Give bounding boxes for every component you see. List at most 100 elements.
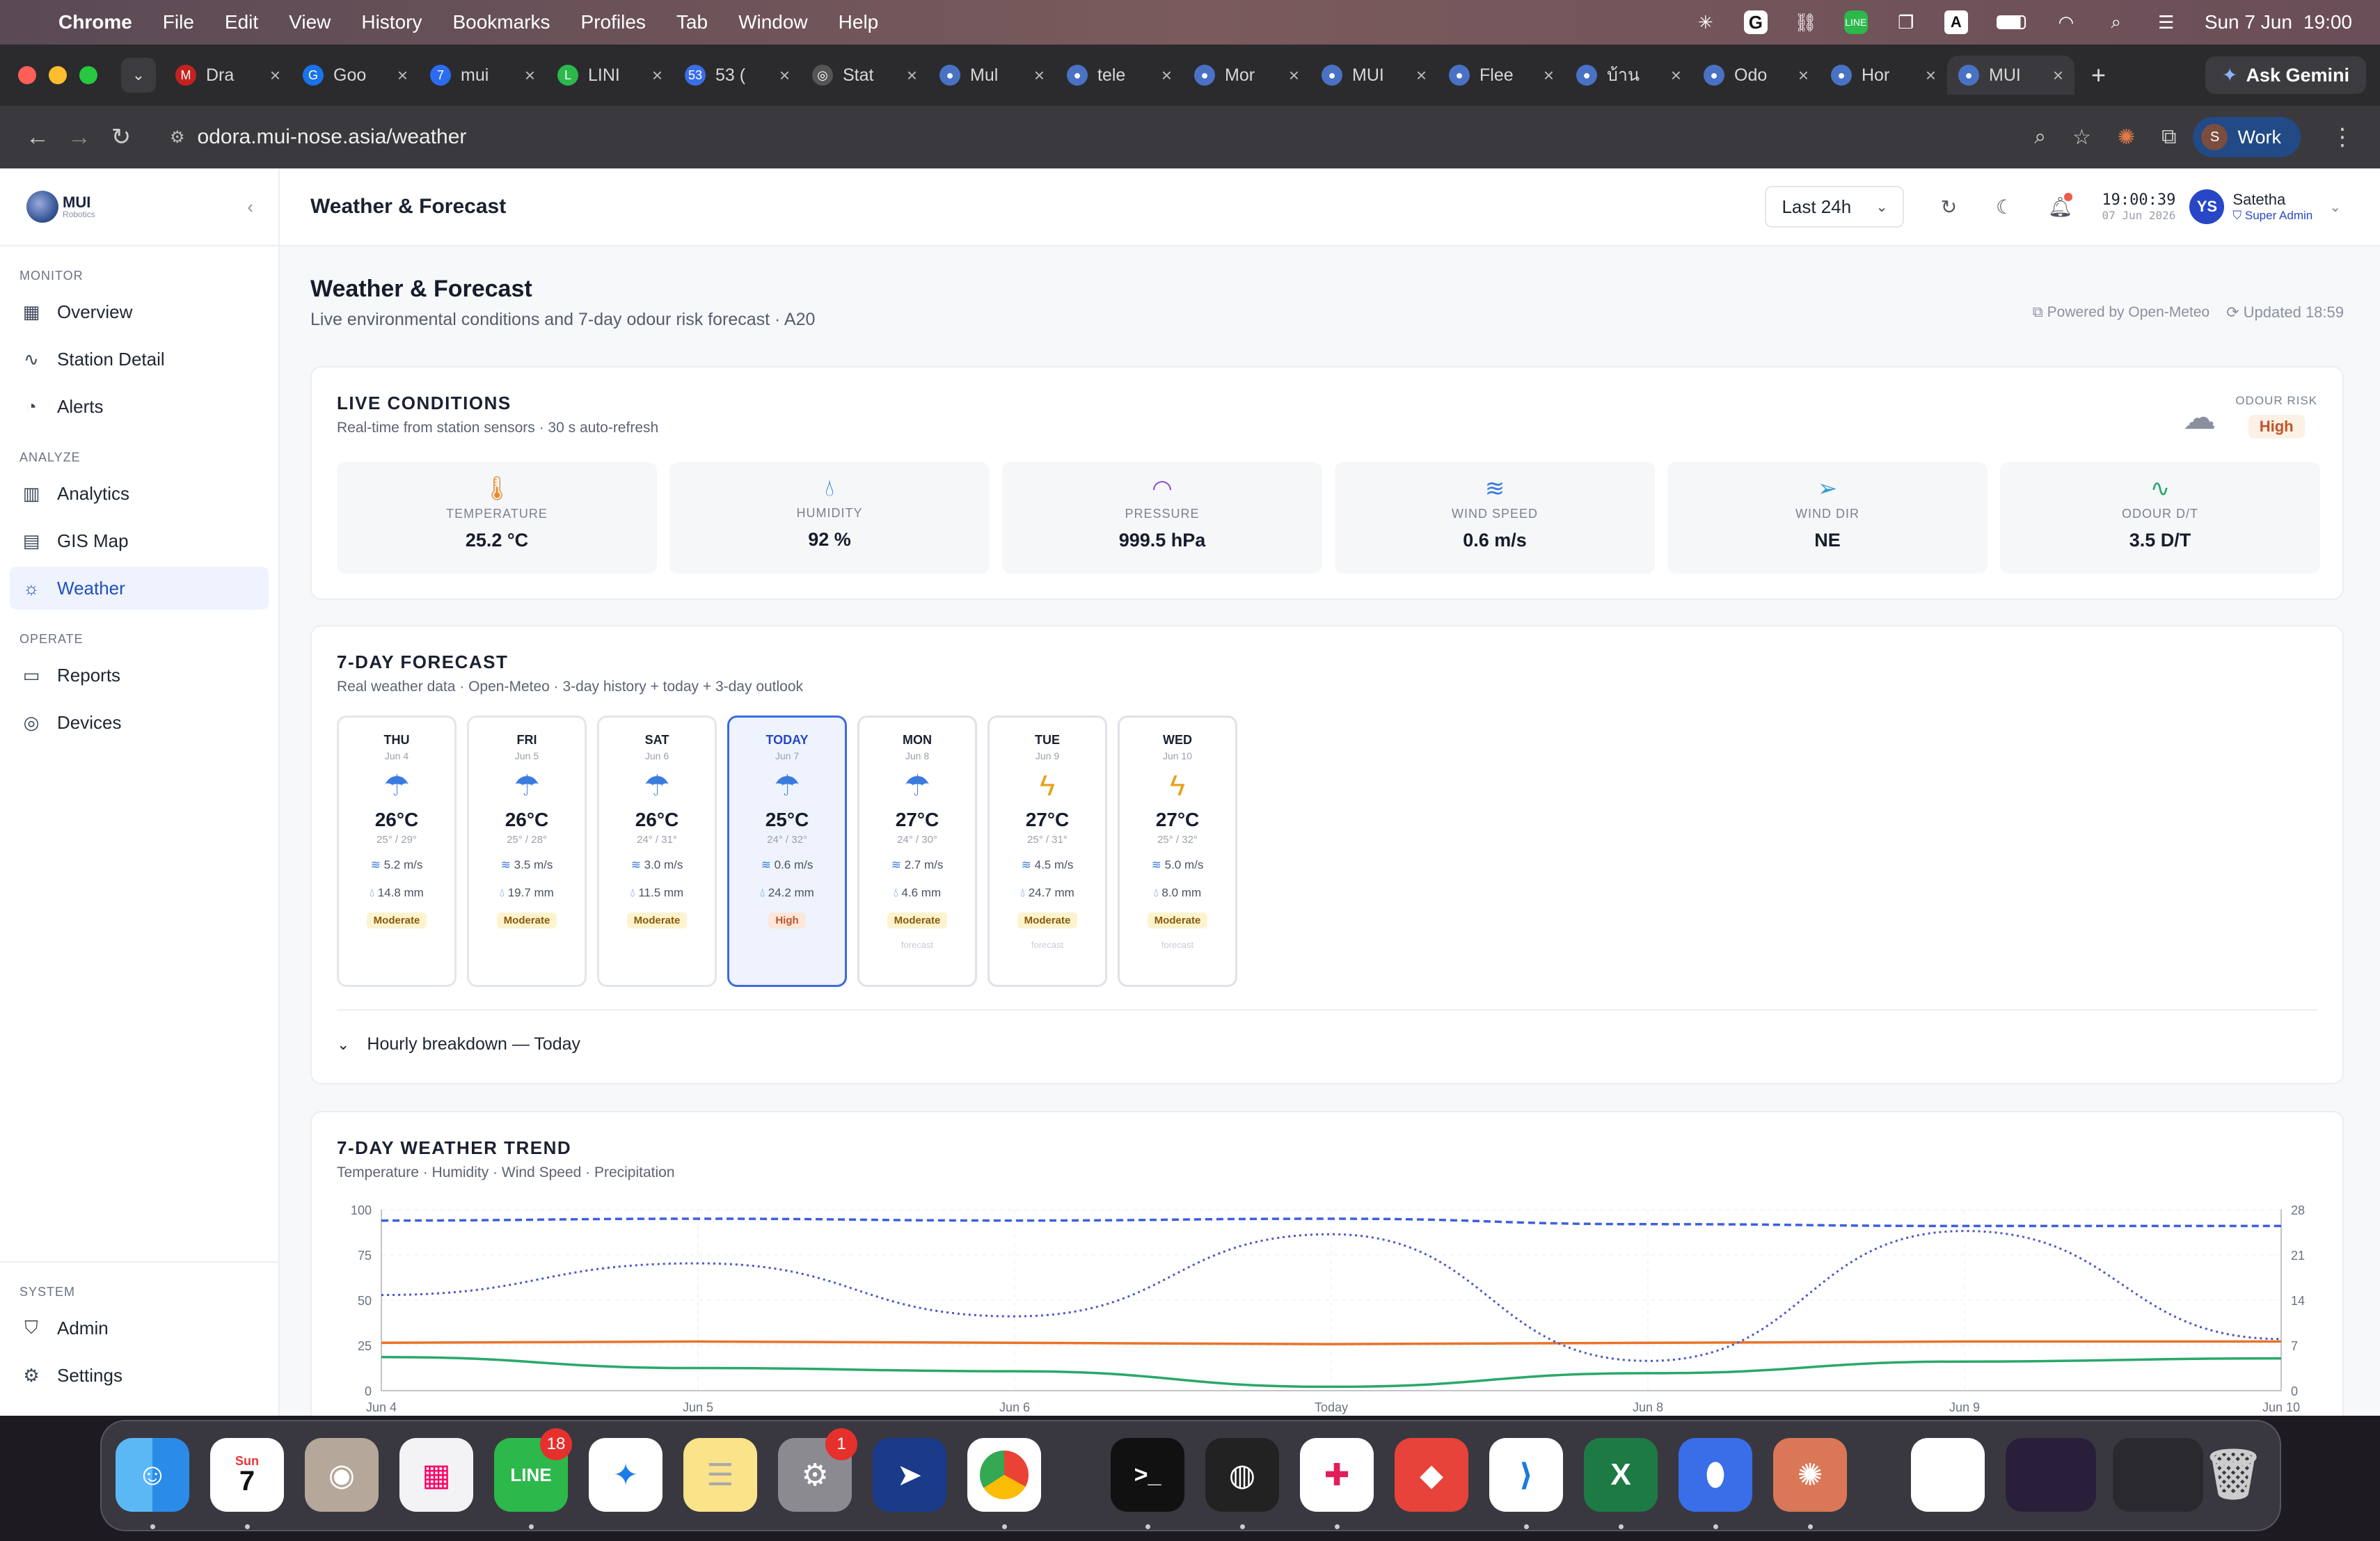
menu-tab[interactable]: Tab bbox=[676, 11, 708, 33]
grammarly-status-icon[interactable]: G bbox=[1743, 10, 1768, 34]
tab-search-chevron-icon[interactable]: ⌄ bbox=[121, 58, 156, 93]
linear-icon[interactable]: ◍ bbox=[1205, 1438, 1279, 1512]
sidebar-item-station-detail[interactable]: ∿ Station Detail bbox=[10, 338, 269, 381]
tab-close-icon[interactable]: × bbox=[1416, 65, 1427, 86]
slack-icon[interactable]: ✚ bbox=[1300, 1438, 1374, 1512]
claude-icon[interactable]: ✺ bbox=[1773, 1438, 1847, 1512]
launchpad-icon[interactable]: ▦ bbox=[399, 1438, 473, 1512]
refresh-icon[interactable]: ↻ bbox=[1921, 196, 1976, 219]
zoom-magnifier-icon[interactable]: ⌕ bbox=[2034, 125, 2046, 149]
browser-tab[interactable]: ● Flee × bbox=[1438, 56, 1565, 95]
new-tab-button[interactable]: + bbox=[2091, 61, 2106, 90]
sidebar-item-gis-map[interactable]: ▤ GIS Map bbox=[10, 519, 269, 562]
tab-close-icon[interactable]: × bbox=[779, 65, 790, 86]
claude-extension-icon[interactable]: ✺ bbox=[2118, 125, 2135, 150]
close-window-button[interactable] bbox=[18, 66, 36, 84]
browser-tab[interactable]: ● Mul × bbox=[928, 56, 1056, 95]
control-center-icon[interactable]: ☰ bbox=[2155, 10, 2178, 34]
trash-icon[interactable]: 🗑︎ bbox=[2196, 1438, 2270, 1512]
notifications-bell-icon[interactable]: 🔔︎ bbox=[2032, 192, 2088, 219]
browser-tab[interactable]: ● บ้าน × bbox=[1565, 56, 1692, 95]
tab-close-icon[interactable]: × bbox=[1034, 65, 1045, 86]
excel-icon[interactable]: X bbox=[1584, 1438, 1658, 1512]
window-stack-icon[interactable]: ❐ bbox=[1894, 10, 1918, 34]
browser-tab[interactable]: ● MUI × bbox=[1310, 56, 1438, 95]
mui-logo-icon[interactable] bbox=[26, 191, 58, 223]
sidebar-item-admin[interactable]: ⛉ Admin bbox=[10, 1306, 269, 1350]
window-thumbnail-icon-2[interactable] bbox=[2113, 1438, 2203, 1512]
chrome-icon[interactable] bbox=[967, 1438, 1041, 1512]
sidebar-item-weather[interactable]: ☼ Weather bbox=[10, 567, 269, 610]
sidebar-item-devices[interactable]: ◎ Devices bbox=[10, 701, 269, 744]
profile-button[interactable]: S Work bbox=[2193, 117, 2301, 157]
input-source-icon[interactable]: A bbox=[1944, 10, 1968, 34]
db-app-icon[interactable]: ⬮ bbox=[1679, 1438, 1752, 1512]
browser-tab[interactable]: G Goo × bbox=[292, 56, 419, 95]
contacts-icon[interactable]: ◉ bbox=[305, 1438, 379, 1512]
user-menu[interactable]: YS Satetha ⛉ Super Admin ⌄ bbox=[2189, 189, 2341, 224]
tab-close-icon[interactable]: × bbox=[2053, 65, 2063, 86]
forecast-day-thu[interactable]: THU Jun 4 ☂ 26°C 25° / 29° ≋ 5.2 m/s 💧︎ 14.8 m… bbox=[337, 716, 457, 987]
menu-help[interactable]: Help bbox=[839, 11, 879, 33]
minimize-window-button[interactable] bbox=[49, 66, 67, 84]
sidebar-item-settings[interactable]: ⚙ Settings bbox=[10, 1354, 269, 1397]
hourly-breakdown-toggle[interactable]: ⌄ Hourly breakdown — Today bbox=[337, 1009, 2317, 1054]
forecast-day-sat[interactable]: SAT Jun 6 ☂ 26°C 24° / 31° ≋ 3.0 m/s 💧︎ 11.5 m… bbox=[597, 716, 717, 987]
calendar-icon[interactable]: Sun 7 bbox=[210, 1438, 284, 1512]
menu-bookmarks[interactable]: Bookmarks bbox=[452, 11, 550, 33]
address-bar[interactable]: ⚙ odora.mui-nose.asia/weather bbox=[156, 115, 2034, 159]
sidebar-item-overview[interactable]: ▦ Overview bbox=[10, 290, 269, 333]
browser-tab[interactable]: M Dra × bbox=[164, 56, 292, 95]
browser-tab[interactable]: ● Mor × bbox=[1183, 56, 1310, 95]
tab-close-icon[interactable]: × bbox=[907, 65, 917, 86]
menu-window[interactable]: Window bbox=[738, 11, 808, 33]
bookmark-star-icon[interactable]: ☆ bbox=[2072, 125, 2091, 150]
terminal-icon[interactable]: >_ bbox=[1111, 1438, 1184, 1512]
collapse-sidebar-chevron-icon[interactable]: ‹ bbox=[247, 196, 253, 218]
browser-tab[interactable]: L LINI × bbox=[546, 56, 674, 95]
ask-gemini-button[interactable]: ✦ Ask Gemini bbox=[2205, 56, 2366, 94]
document-thumbnail-icon[interactable] bbox=[1911, 1438, 1985, 1512]
url-text[interactable]: odora.mui-nose.asia/weather bbox=[198, 125, 467, 149]
chrome-menu-kebab-icon[interactable]: ⋮ bbox=[2322, 123, 2363, 151]
tab-close-icon[interactable]: × bbox=[1289, 65, 1299, 86]
time-range-select[interactable]: Last 24h ⌄ bbox=[1765, 186, 1905, 228]
sidebar-item-alerts[interactable]: ◔ Alerts bbox=[10, 385, 269, 428]
browser-tab[interactable]: ● tele × bbox=[1056, 56, 1183, 95]
sidebar-item-reports[interactable]: ▭ Reports bbox=[10, 654, 269, 697]
browser-tab[interactable]: 53 53 (× bbox=[674, 56, 801, 95]
menu-file[interactable]: File bbox=[163, 11, 194, 33]
powered-by-link[interactable]: ⧉ Powered by Open-Meteo bbox=[2033, 304, 2210, 321]
safari-icon[interactable]: ✦ bbox=[589, 1438, 663, 1512]
anydesk-icon[interactable]: ◆ bbox=[1395, 1438, 1468, 1512]
menubar-date[interactable]: Sun 7 Jun bbox=[2205, 11, 2292, 33]
browser-tab[interactable]: ● Odo × bbox=[1692, 56, 1820, 95]
extensions-puzzle-icon[interactable]: ⧉ bbox=[2161, 125, 2176, 149]
tab-close-icon[interactable]: × bbox=[1161, 65, 1172, 86]
finder-icon[interactable]: ☺ bbox=[116, 1438, 189, 1512]
browser-tab[interactable]: 7 mui × bbox=[419, 56, 546, 95]
browser-tab[interactable]: ● MUI × bbox=[1947, 56, 2074, 95]
forecast-day-today[interactable]: TODAY Jun 7 ☂ 25°C 24° / 32° ≋ 0.6 m/s 💧︎ 24.2… bbox=[727, 716, 847, 987]
menu-view[interactable]: View bbox=[289, 11, 331, 33]
site-controls-icon[interactable]: ⚙ bbox=[170, 127, 185, 148]
wifi-icon[interactable]: ◠ bbox=[2054, 10, 2078, 34]
tab-close-icon[interactable]: × bbox=[1926, 65, 1936, 86]
link-status-icon[interactable]: ⛓ bbox=[1794, 10, 1818, 34]
app-name-menu[interactable]: Chrome bbox=[58, 11, 132, 33]
forecast-day-wed[interactable]: WED Jun 10 ϟ 27°C 25° / 32° ≋ 5.0 m/s 💧︎ 8.0 m… bbox=[1118, 716, 1237, 987]
forecast-day-fri[interactable]: FRI Jun 5 ☂ 26°C 25° / 28° ≋ 3.5 m/s 💧︎ 19.7 m… bbox=[467, 716, 587, 987]
browser-tab[interactable]: ◎ Stat × bbox=[801, 56, 928, 95]
tab-close-icon[interactable]: × bbox=[397, 65, 408, 86]
line-status-icon[interactable]: LINE bbox=[1843, 10, 1868, 34]
menu-profiles[interactable]: Profiles bbox=[581, 11, 646, 33]
tab-close-icon[interactable]: × bbox=[1544, 65, 1554, 86]
battery-icon[interactable] bbox=[1994, 10, 2028, 34]
forecast-day-tue[interactable]: TUE Jun 9 ϟ 27°C 25° / 31° ≋ 4.5 m/s 💧︎ 24.7 m… bbox=[987, 716, 1107, 987]
tab-close-icon[interactable]: × bbox=[652, 65, 663, 86]
tab-close-icon[interactable]: × bbox=[1671, 65, 1681, 86]
sidebar-item-analytics[interactable]: ▥ Analytics bbox=[10, 472, 269, 515]
forward-arrow-icon[interactable]: → bbox=[58, 124, 100, 151]
notes-icon[interactable]: ☰ bbox=[683, 1438, 757, 1512]
tab-close-icon[interactable]: × bbox=[270, 65, 280, 86]
